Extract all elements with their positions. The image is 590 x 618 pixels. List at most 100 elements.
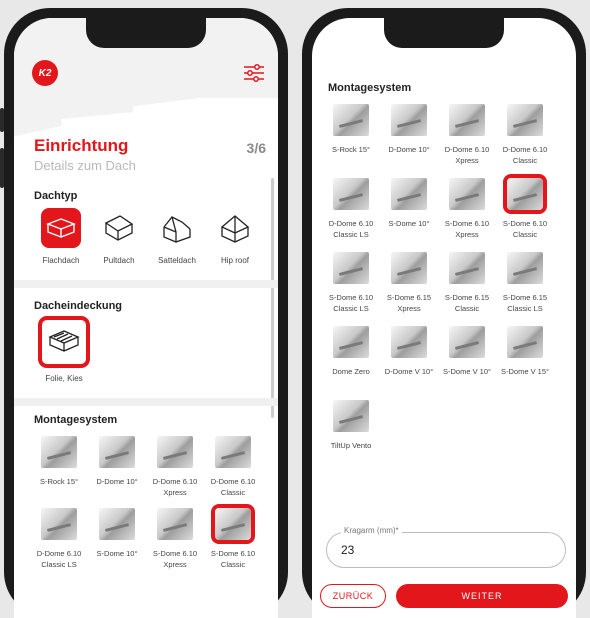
mounting-system-tile-selected[interactable]: S-Dome 6.10 Classic <box>496 178 554 240</box>
mounting-system-tile[interactable]: S-Dome 6.10 Xpress <box>146 508 204 570</box>
back-button[interactable]: ZURÜCK <box>320 584 386 608</box>
mounting-system-label: S-Rock 15° <box>39 477 78 486</box>
product-thumbnail <box>333 178 369 210</box>
mounting-system-label: S-Dome 6.10 Classic <box>502 219 548 239</box>
mounting-system-label: Dome Zero <box>332 367 370 376</box>
mounting-system-tile-selected[interactable]: S-Dome 6.10 Classic <box>204 508 262 570</box>
mounting-system-tile[interactable]: D-Dome 6.10 Classic <box>496 104 554 166</box>
phone-right: Montagesystem S-Rock 15° D-Dome 10° D-Do… <box>302 8 586 618</box>
mounting-system-tile[interactable]: S-Dome 6.15 Classic <box>438 252 496 314</box>
filter-settings-icon[interactable] <box>244 64 264 82</box>
kragarm-field[interactable]: Kragarm (mm)* <box>326 526 566 568</box>
mounting-system-tile[interactable]: D-Dome 10° <box>88 436 146 498</box>
mounting-system-tile[interactable]: S-Dome 6.10 Classic LS <box>322 252 380 314</box>
roof-type-label: Satteldach <box>158 256 196 265</box>
app-screen-left: K2 Einrichtung Details zum Dach 3/6 Dach… <box>14 18 278 618</box>
mounting-system-label: D-Dome 6.10 Classic LS <box>36 549 82 569</box>
mounting-system-label: D-Dome V 10° <box>384 367 434 376</box>
shed-roof-icon <box>99 208 139 248</box>
section-heading-montagesystem: Montagesystem <box>34 414 118 426</box>
kragarm-input[interactable] <box>341 543 491 557</box>
product-thumbnail <box>507 252 543 284</box>
product-thumbnail <box>41 508 77 540</box>
product-thumbnail <box>215 436 251 468</box>
product-thumbnail <box>507 104 543 136</box>
product-thumbnail <box>449 104 485 136</box>
product-thumbnail <box>99 436 135 468</box>
product-thumbnail <box>157 508 193 540</box>
product-thumbnail <box>41 436 77 468</box>
roof-type-label: Pultdach <box>103 256 135 265</box>
product-thumbnail <box>333 326 369 358</box>
product-thumbnail <box>449 326 485 358</box>
product-thumbnail <box>507 178 543 210</box>
flat-roof-icon <box>41 208 81 248</box>
gable-roof-icon <box>157 208 197 248</box>
page-title: Einrichtung <box>34 136 129 155</box>
mounting-system-tile[interactable]: S-Rock 15° <box>30 436 88 498</box>
mounting-system-tile[interactable]: S-Dome 6.10 Xpress <box>438 178 496 240</box>
product-thumbnail <box>99 508 135 540</box>
roof-type-label: Flachdach <box>42 256 80 265</box>
phone-side-button <box>0 148 4 188</box>
roof-type-flachdach[interactable]: Flachdach <box>36 208 86 265</box>
roof-type-hip-roof[interactable]: Hip roof <box>210 208 260 265</box>
roof-covering-label: Folie, Kies <box>45 374 83 383</box>
mounting-system-tile[interactable]: S-Dome 10° <box>88 508 146 570</box>
mounting-system-tile[interactable]: S-Dome 10° <box>380 178 438 240</box>
product-thumbnail <box>507 326 543 358</box>
scrollbar[interactable] <box>271 178 274 418</box>
mounting-system-tile[interactable]: D-Dome 6.10 Xpress <box>438 104 496 166</box>
mounting-system-grid: S-Rock 15° D-Dome 10° D-Dome 6.10 Xpress… <box>322 104 554 462</box>
product-thumbnail <box>391 178 427 210</box>
mounting-system-tile[interactable]: S-Dome V 10° <box>438 326 496 388</box>
step-indicator: 3/6 <box>246 140 266 156</box>
mounting-system-label: D-Dome 6.10 Classic <box>502 145 548 165</box>
mounting-system-label: D-Dome 6.10 Xpress <box>152 477 198 497</box>
mounting-system-tile[interactable]: D-Dome 6.10 Classic LS <box>30 508 88 570</box>
mounting-system-label: D-Dome 6.10 Classic <box>210 477 256 497</box>
mounting-system-tile[interactable]: D-Dome 6.10 Classic <box>204 436 262 498</box>
k2-logo: K2 <box>32 60 58 86</box>
mounting-system-tile[interactable]: Dome Zero <box>322 326 380 388</box>
mounting-system-label: TiltUp Vento <box>330 441 372 450</box>
product-thumbnail <box>391 252 427 284</box>
kragarm-field-label: Kragarm (mm)* <box>341 526 402 535</box>
mounting-system-label: D-Dome 10° <box>96 477 138 486</box>
mounting-system-tile[interactable]: TiltUp Vento <box>322 400 380 462</box>
notch <box>384 18 504 48</box>
mounting-system-label: S-Dome V 15° <box>500 367 550 376</box>
mounting-system-label: S-Dome 6.15 Classic <box>444 293 490 313</box>
mounting-system-tile[interactable]: D-Dome 6.10 Xpress <box>146 436 204 498</box>
next-button[interactable]: WEITER <box>396 584 568 608</box>
roof-type-pultdach[interactable]: Pultdach <box>94 208 144 265</box>
mounting-system-tile[interactable]: S-Rock 15° <box>322 104 380 166</box>
section-divider <box>14 280 278 288</box>
phone-left: K2 Einrichtung Details zum Dach 3/6 Dach… <box>0 8 288 618</box>
mounting-system-tile[interactable]: S-Dome 6.15 Xpress <box>380 252 438 314</box>
mounting-system-tile[interactable]: D-Dome V 10° <box>380 326 438 388</box>
product-thumbnail <box>333 400 369 432</box>
mounting-system-grid: S-Rock 15° D-Dome 10° D-Dome 6.10 Xpress… <box>30 436 262 570</box>
gravel-roof-icon <box>38 316 90 368</box>
mounting-system-label: S-Dome 6.10 Classic LS <box>328 293 374 313</box>
mounting-system-tile[interactable]: S-Dome V 15° <box>496 326 554 388</box>
mounting-system-label: D-Dome 6.10 Xpress <box>444 145 490 165</box>
mounting-system-label: S-Dome 10° <box>96 549 138 558</box>
page-subtitle: Details zum Dach <box>34 158 136 173</box>
mounting-system-label: S-Rock 15° <box>331 145 370 154</box>
product-thumbnail <box>391 326 427 358</box>
mounting-system-label: S-Dome 10° <box>388 219 430 228</box>
roof-covering-folie-kies[interactable]: Folie, Kies <box>38 316 90 383</box>
mounting-system-label: D-Dome 10° <box>388 145 430 154</box>
mounting-system-tile[interactable]: D-Dome 10° <box>380 104 438 166</box>
mounting-system-label: D-Dome 6.10 Classic LS <box>328 219 374 239</box>
mounting-system-label: S-Dome 6.15 Classic LS <box>502 293 548 313</box>
roof-type-satteldach[interactable]: Satteldach <box>152 208 202 265</box>
mounting-system-tile[interactable]: S-Dome 6.15 Classic LS <box>496 252 554 314</box>
section-heading-montagesystem: Montagesystem <box>328 82 412 94</box>
product-thumbnail <box>333 104 369 136</box>
product-thumbnail <box>157 436 193 468</box>
mounting-system-tile[interactable]: D-Dome 6.10 Classic LS <box>322 178 380 240</box>
product-thumbnail <box>333 252 369 284</box>
